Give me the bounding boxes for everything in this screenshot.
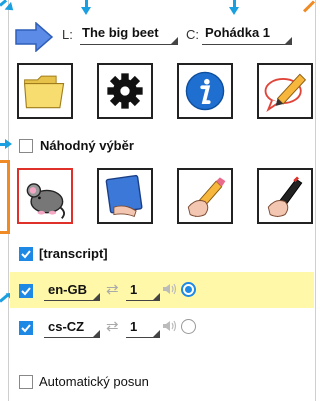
chapter-prefix: C: xyxy=(186,27,199,42)
random-selection-label: Náhodný výběr xyxy=(40,138,134,153)
mode-pen-button[interactable] xyxy=(257,168,313,224)
auto-scroll-label: Automatický posun xyxy=(39,374,149,389)
hand-pen-icon xyxy=(267,176,303,218)
dropdown-arrow-icon xyxy=(153,293,160,300)
track-radio-selected[interactable] xyxy=(181,282,196,297)
chapter-value: Pohádka 1 xyxy=(205,25,271,40)
track-repeat-count: 1 xyxy=(130,319,138,334)
window-border-right xyxy=(315,0,316,401)
annotation-bracket-mode xyxy=(0,160,10,234)
repeat-icon: ⇄ xyxy=(106,318,119,335)
info-icon xyxy=(185,71,225,111)
track-radio[interactable] xyxy=(181,319,196,334)
track-language: en-GB xyxy=(48,282,87,297)
mode-write-button[interactable] xyxy=(177,168,233,224)
dropdown-arrow-icon xyxy=(153,330,160,337)
speaker-icon xyxy=(163,320,177,332)
track-repeat-count: 1 xyxy=(130,282,138,297)
open-folder-button[interactable] xyxy=(17,63,73,119)
lesson-prefix: L: xyxy=(62,27,73,42)
track-language: cs-CZ xyxy=(48,319,85,334)
mouse-icon xyxy=(26,183,65,219)
arrow-right-icon xyxy=(15,21,54,53)
settings-button[interactable] xyxy=(97,63,153,119)
dropdown-arrow-icon xyxy=(171,37,178,44)
checkmark-icon xyxy=(21,250,31,259)
mode-book-button[interactable] xyxy=(97,168,153,224)
repeat-icon: ⇄ xyxy=(106,281,119,298)
dropdown-arrow-icon xyxy=(285,37,292,44)
hand-pencil-icon xyxy=(187,177,226,218)
track-enable-checkbox[interactable] xyxy=(19,284,33,298)
speaker-icon xyxy=(163,283,177,295)
gear-icon xyxy=(107,73,143,109)
edit-note-button[interactable] xyxy=(257,63,313,119)
lesson-value: The big beet xyxy=(82,25,159,40)
track-enable-checkbox[interactable] xyxy=(19,321,33,335)
checkmark-icon xyxy=(21,324,31,333)
checkmark-icon xyxy=(21,287,31,296)
mode-mouse-button[interactable] xyxy=(17,168,73,224)
dropdown-arrow-icon xyxy=(93,330,100,337)
transcript-label: [transcript] xyxy=(39,246,108,261)
info-button[interactable] xyxy=(177,63,233,119)
dropdown-arrow-icon xyxy=(93,293,100,300)
back-button[interactable] xyxy=(14,21,54,53)
speech-pencil-icon xyxy=(264,73,307,113)
auto-scroll-checkbox[interactable] xyxy=(19,375,33,389)
random-selection-checkbox[interactable] xyxy=(19,139,33,153)
folder-icon xyxy=(23,75,65,109)
book-hand-icon xyxy=(105,174,143,218)
transcript-checkbox[interactable] xyxy=(19,247,33,261)
